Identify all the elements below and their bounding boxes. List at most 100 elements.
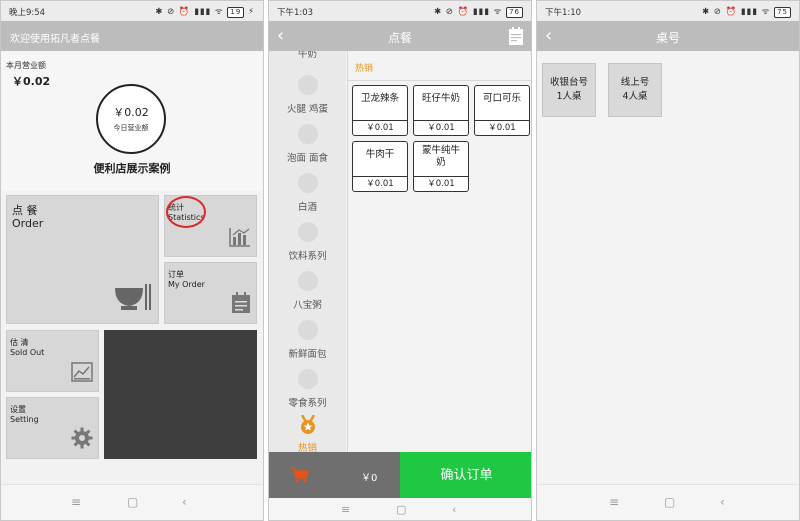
back-nav-button[interactable]: ‹ bbox=[182, 495, 187, 509]
category-snacks[interactable]: 零食系列 bbox=[269, 369, 346, 409]
category-ham-egg[interactable]: 火腿 鸡蛋 bbox=[269, 75, 346, 115]
category-bread[interactable]: 新鲜面包 bbox=[269, 320, 346, 360]
system-nav-bar: ≡ ▢ ‹ bbox=[1, 484, 263, 520]
status-icons-glyphs: ✱ ⊘ ⏰ ▮▮▮ ᯤ bbox=[155, 7, 224, 17]
category-liquor[interactable]: 白酒 bbox=[269, 173, 346, 213]
status-icons-glyphs: ✱ ⊘ ⏰ ▮▮▮ ᯤ bbox=[701, 7, 771, 17]
table-screen: 下午1:10 ✱ ⊘ ⏰ ▮▮▮ ᯤ 75 ‹ 桌号 收银台号 1人桌 线上号 … bbox=[536, 0, 800, 521]
setting-tile[interactable]: 设置 Setting bbox=[6, 397, 99, 459]
status-time: 晚上9:54 bbox=[9, 8, 46, 18]
category-label: 白酒 bbox=[297, 202, 317, 213]
clipboard-icon[interactable] bbox=[508, 27, 524, 49]
category-label: 饮料系列 bbox=[288, 251, 327, 262]
product-price: ￥0.01 bbox=[414, 176, 468, 191]
category-dot-icon bbox=[297, 173, 318, 193]
today-revenue-label: 今日营业额 bbox=[113, 124, 149, 132]
menu-nav-button[interactable]: ≡ bbox=[71, 495, 81, 509]
product-name: 旺仔牛奶 bbox=[421, 93, 460, 104]
bowl-icon bbox=[113, 282, 153, 318]
table-card[interactable]: 线上号 4人桌 bbox=[608, 63, 662, 117]
category-noodles[interactable]: 泡面 面食 bbox=[269, 124, 346, 164]
product-name: 卫龙辣条 bbox=[360, 93, 399, 104]
battery-icon: 75 bbox=[774, 7, 791, 18]
setting-tile-cn: 设置 bbox=[10, 405, 26, 414]
charging-icon: ⚡ bbox=[248, 7, 255, 17]
product-name: 牛肉干 bbox=[365, 149, 395, 160]
category-partial[interactable]: 牛奶 bbox=[269, 51, 346, 58]
confirm-order-button[interactable]: 确认订单 bbox=[400, 452, 531, 498]
order-screen: 下午1:03 ✱ ⊘ ⏰ ▮▮▮ ᯤ 76 ‹ 点餐 牛奶 火腿 鸡蛋 泡面 面… bbox=[268, 0, 532, 521]
medal-icon bbox=[298, 414, 318, 438]
category-dot-icon bbox=[297, 124, 318, 144]
section-title: 热销 bbox=[355, 64, 374, 74]
system-nav-bar: ≡ ▢ ‹ bbox=[269, 498, 531, 520]
table-card[interactable]: 收银台号 1人桌 bbox=[542, 63, 596, 117]
cart-icon[interactable] bbox=[291, 467, 309, 487]
home-nav-button[interactable]: ▢ bbox=[664, 495, 675, 509]
menu-nav-button[interactable]: ≡ bbox=[609, 495, 619, 509]
table-name: 线上号 bbox=[620, 77, 650, 88]
product-card[interactable]: 旺仔牛奶 ￥0.01 bbox=[413, 85, 469, 136]
status-bar: 晚上9:54 ✱ ⊘ ⏰ ▮▮▮ ᯤ 19 ⚡ bbox=[1, 1, 263, 21]
bar-chart-icon bbox=[229, 227, 251, 251]
category-dot-icon bbox=[297, 75, 318, 95]
my-order-tile[interactable]: 订单 My Order bbox=[164, 262, 257, 324]
title-bar: ‹ 点餐 bbox=[269, 21, 531, 51]
battery-icon: 76 bbox=[506, 7, 523, 18]
category-sidebar: 牛奶 火腿 鸡蛋 泡面 面食 白酒 饮料系列 八宝粥 新鲜面包 零食系列 热销 bbox=[269, 51, 346, 452]
clipboard-icon bbox=[231, 292, 251, 318]
dark-panel bbox=[104, 330, 257, 459]
category-drinks[interactable]: 饮料系列 bbox=[269, 222, 346, 262]
table-name: 收银台号 bbox=[549, 77, 588, 88]
product-card[interactable]: 牛肉干 ￥0.01 bbox=[352, 141, 408, 192]
status-time: 下午1:03 bbox=[277, 8, 314, 18]
product-price: ￥0.01 bbox=[353, 120, 407, 135]
status-icons: ✱ ⊘ ⏰ ▮▮▮ ᯤ 75 bbox=[702, 6, 791, 18]
table-size: 1人桌 bbox=[556, 91, 582, 102]
status-time: 下午1:10 bbox=[545, 8, 582, 18]
month-revenue-value: ￥0.02 bbox=[12, 75, 51, 88]
my-order-tile-cn: 订单 bbox=[168, 270, 184, 279]
product-card[interactable]: 蒙牛纯牛奶 ￥0.01 bbox=[413, 141, 469, 192]
home-nav-button[interactable]: ▢ bbox=[396, 503, 406, 516]
revenue-panel: 本月营业额 ￥0.02 ￥0.02 今日营业额 便利店展示案例 bbox=[1, 51, 263, 191]
category-dot-icon bbox=[297, 222, 318, 242]
sold-out-tile-cn: 估 清 bbox=[10, 338, 29, 347]
cart-total: ￥0 bbox=[361, 473, 378, 484]
back-nav-button[interactable]: ‹ bbox=[720, 495, 725, 509]
category-dot-icon bbox=[297, 320, 318, 340]
order-tile-en: Order bbox=[12, 217, 44, 230]
order-tile-cn: 点 餐 bbox=[12, 204, 38, 217]
checkout-bar: ￥0 确认订单 bbox=[269, 452, 531, 498]
image-chart-icon bbox=[71, 362, 93, 386]
page-title: 桌号 bbox=[655, 31, 680, 45]
sold-out-tile[interactable]: 估 清 Sold Out bbox=[6, 330, 99, 392]
shop-name: 便利店展示案例 bbox=[93, 162, 171, 175]
back-nav-button[interactable]: ‹ bbox=[452, 503, 456, 516]
category-hot[interactable]: 热销 bbox=[269, 414, 346, 452]
product-price: ￥0.01 bbox=[353, 176, 407, 191]
order-tile[interactable]: 点 餐 Order bbox=[6, 195, 159, 324]
welcome-banner: 欢迎使用拓凡者点餐 bbox=[1, 21, 263, 51]
product-price: ￥0.01 bbox=[475, 120, 529, 135]
gear-icon bbox=[71, 427, 93, 453]
today-revenue-circle: ￥0.02 今日营业额 bbox=[96, 84, 166, 154]
sold-out-tile-en: Sold Out bbox=[10, 348, 45, 357]
page-title: 点餐 bbox=[387, 31, 412, 45]
category-dot-icon bbox=[297, 369, 318, 389]
system-nav-bar: ≡ ▢ ‹ bbox=[537, 484, 799, 520]
product-card[interactable]: 卫龙辣条 ￥0.01 bbox=[352, 85, 408, 136]
product-name: 可口可乐 bbox=[482, 93, 521, 104]
product-card[interactable]: 可口可乐 ￥0.01 bbox=[474, 85, 530, 136]
home-nav-button[interactable]: ▢ bbox=[127, 495, 138, 509]
month-revenue-label: 本月营业额 bbox=[6, 61, 46, 70]
title-bar: ‹ 桌号 bbox=[537, 21, 799, 51]
battery-icon: 19 bbox=[227, 7, 245, 18]
category-label: 火腿 鸡蛋 bbox=[286, 104, 329, 115]
category-congee[interactable]: 八宝粥 bbox=[269, 271, 346, 311]
category-label: 八宝粥 bbox=[293, 300, 322, 311]
status-icons: ✱ ⊘ ⏰ ▮▮▮ ᯤ 19 ⚡ bbox=[155, 6, 255, 18]
category-dot-icon bbox=[297, 271, 318, 291]
product-name: 蒙牛纯牛奶 bbox=[421, 145, 460, 168]
menu-nav-button[interactable]: ≡ bbox=[341, 503, 350, 516]
